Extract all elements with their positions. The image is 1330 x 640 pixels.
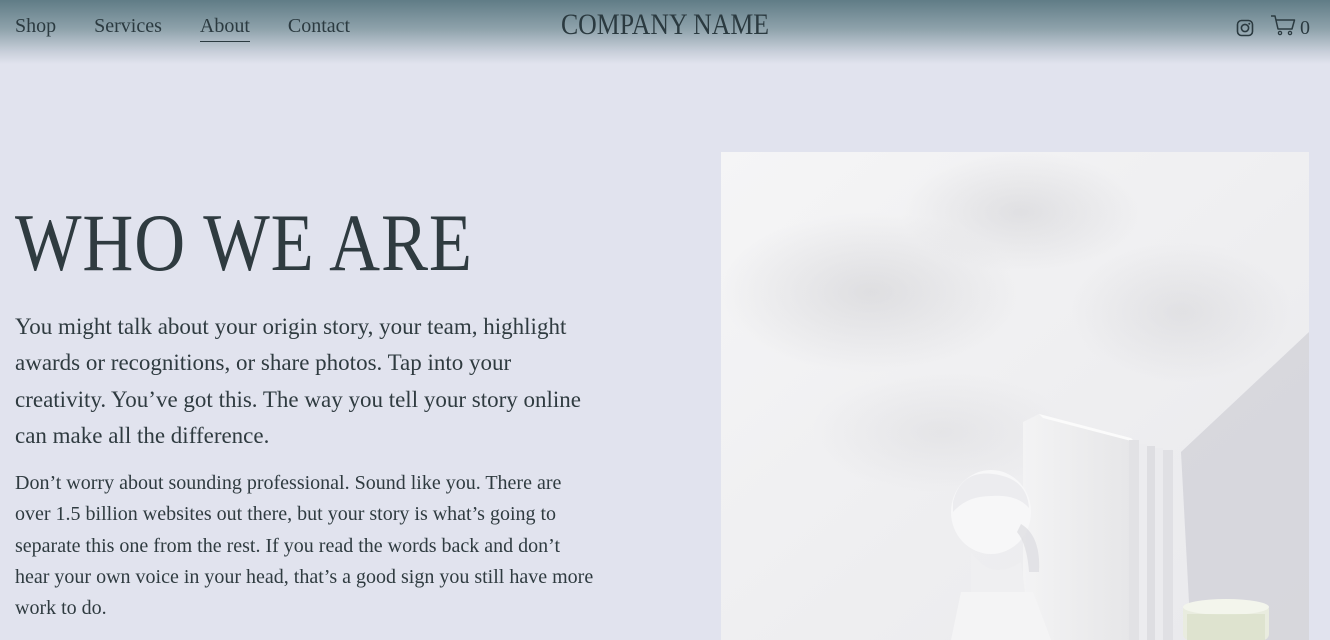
instagram-icon[interactable]: [1236, 19, 1254, 37]
about-image: [721, 152, 1309, 640]
header-actions: 0: [1236, 14, 1310, 41]
cart-icon: [1270, 14, 1296, 41]
body-paragraph: Don’t worry about sounding professional.…: [15, 472, 594, 620]
cart-button[interactable]: 0: [1270, 14, 1310, 41]
cart-count: 0: [1300, 16, 1310, 39]
lead-paragraph: You might talk about your origin story, …: [15, 314, 581, 448]
nav-shop[interactable]: Shop: [15, 13, 56, 42]
page-title: WHO WE ARE: [15, 197, 473, 288]
site-logo[interactable]: COMPANY NAME: [93, 8, 1237, 42]
site-header: Shop Services About Contact COMPANY NAME…: [0, 0, 1330, 64]
